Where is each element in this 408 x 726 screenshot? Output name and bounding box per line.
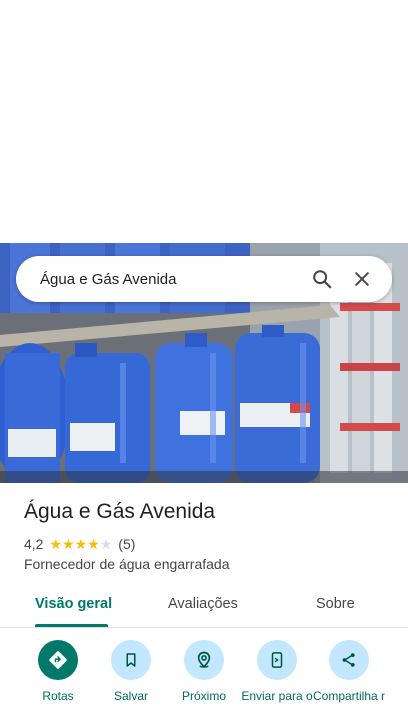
tab-bar: Visão geral Avaliações Sobre bbox=[0, 586, 408, 628]
rating-value: 4,2 bbox=[24, 536, 44, 552]
star-filled-icon: ★ bbox=[49, 536, 63, 552]
send-to-phone-icon bbox=[257, 640, 297, 680]
share-icon bbox=[329, 640, 369, 680]
directions-icon bbox=[38, 640, 78, 680]
directions-button[interactable]: Rotas bbox=[21, 640, 95, 703]
star-rating: ★ ★ ★ ★ ★ bbox=[49, 537, 112, 551]
place-category: Fornecedor de água engarrafada bbox=[24, 556, 230, 572]
share-label: Compartilha r bbox=[312, 689, 386, 703]
directions-label: Rotas bbox=[42, 689, 74, 703]
close-icon[interactable] bbox=[342, 259, 382, 299]
search-icon[interactable] bbox=[302, 259, 342, 299]
save-label: Salvar bbox=[113, 689, 148, 703]
send-to-phone-label: Enviar para o bbox=[241, 689, 313, 703]
place-title: Água e Gás Avenida bbox=[24, 500, 216, 523]
tab-about[interactable]: Sobre bbox=[316, 596, 355, 612]
send-to-phone-button[interactable]: Enviar para o bbox=[240, 640, 314, 703]
save-button[interactable]: Salvar bbox=[94, 640, 168, 703]
star-filled-icon: ★ bbox=[62, 536, 75, 552]
nearby-icon bbox=[184, 640, 224, 680]
tab-overview[interactable]: Visão geral bbox=[35, 596, 112, 612]
blank-area bbox=[0, 0, 408, 243]
star-filled-icon: ★ bbox=[87, 536, 100, 552]
rating-row[interactable]: 4,2 ★ ★ ★ ★ ★ (5) bbox=[24, 536, 135, 552]
tab-reviews[interactable]: Avaliações bbox=[168, 596, 238, 612]
share-button[interactable]: Compartilha r bbox=[312, 640, 386, 703]
star-filled-icon: ★ bbox=[74, 536, 88, 552]
search-bar[interactable]: Água e Gás Avenida bbox=[16, 256, 392, 302]
star-empty-icon: ★ bbox=[99, 536, 113, 552]
nearby-label: Próximo bbox=[181, 689, 226, 703]
review-count[interactable]: (5) bbox=[118, 536, 135, 552]
nearby-button[interactable]: Próximo bbox=[167, 640, 241, 703]
tab-indicator bbox=[35, 624, 108, 627]
action-bar: Rotas Salvar Próximo Enviar para o Compa… bbox=[0, 640, 408, 726]
search-input[interactable]: Água e Gás Avenida bbox=[40, 271, 302, 288]
bookmark-icon bbox=[111, 640, 151, 680]
